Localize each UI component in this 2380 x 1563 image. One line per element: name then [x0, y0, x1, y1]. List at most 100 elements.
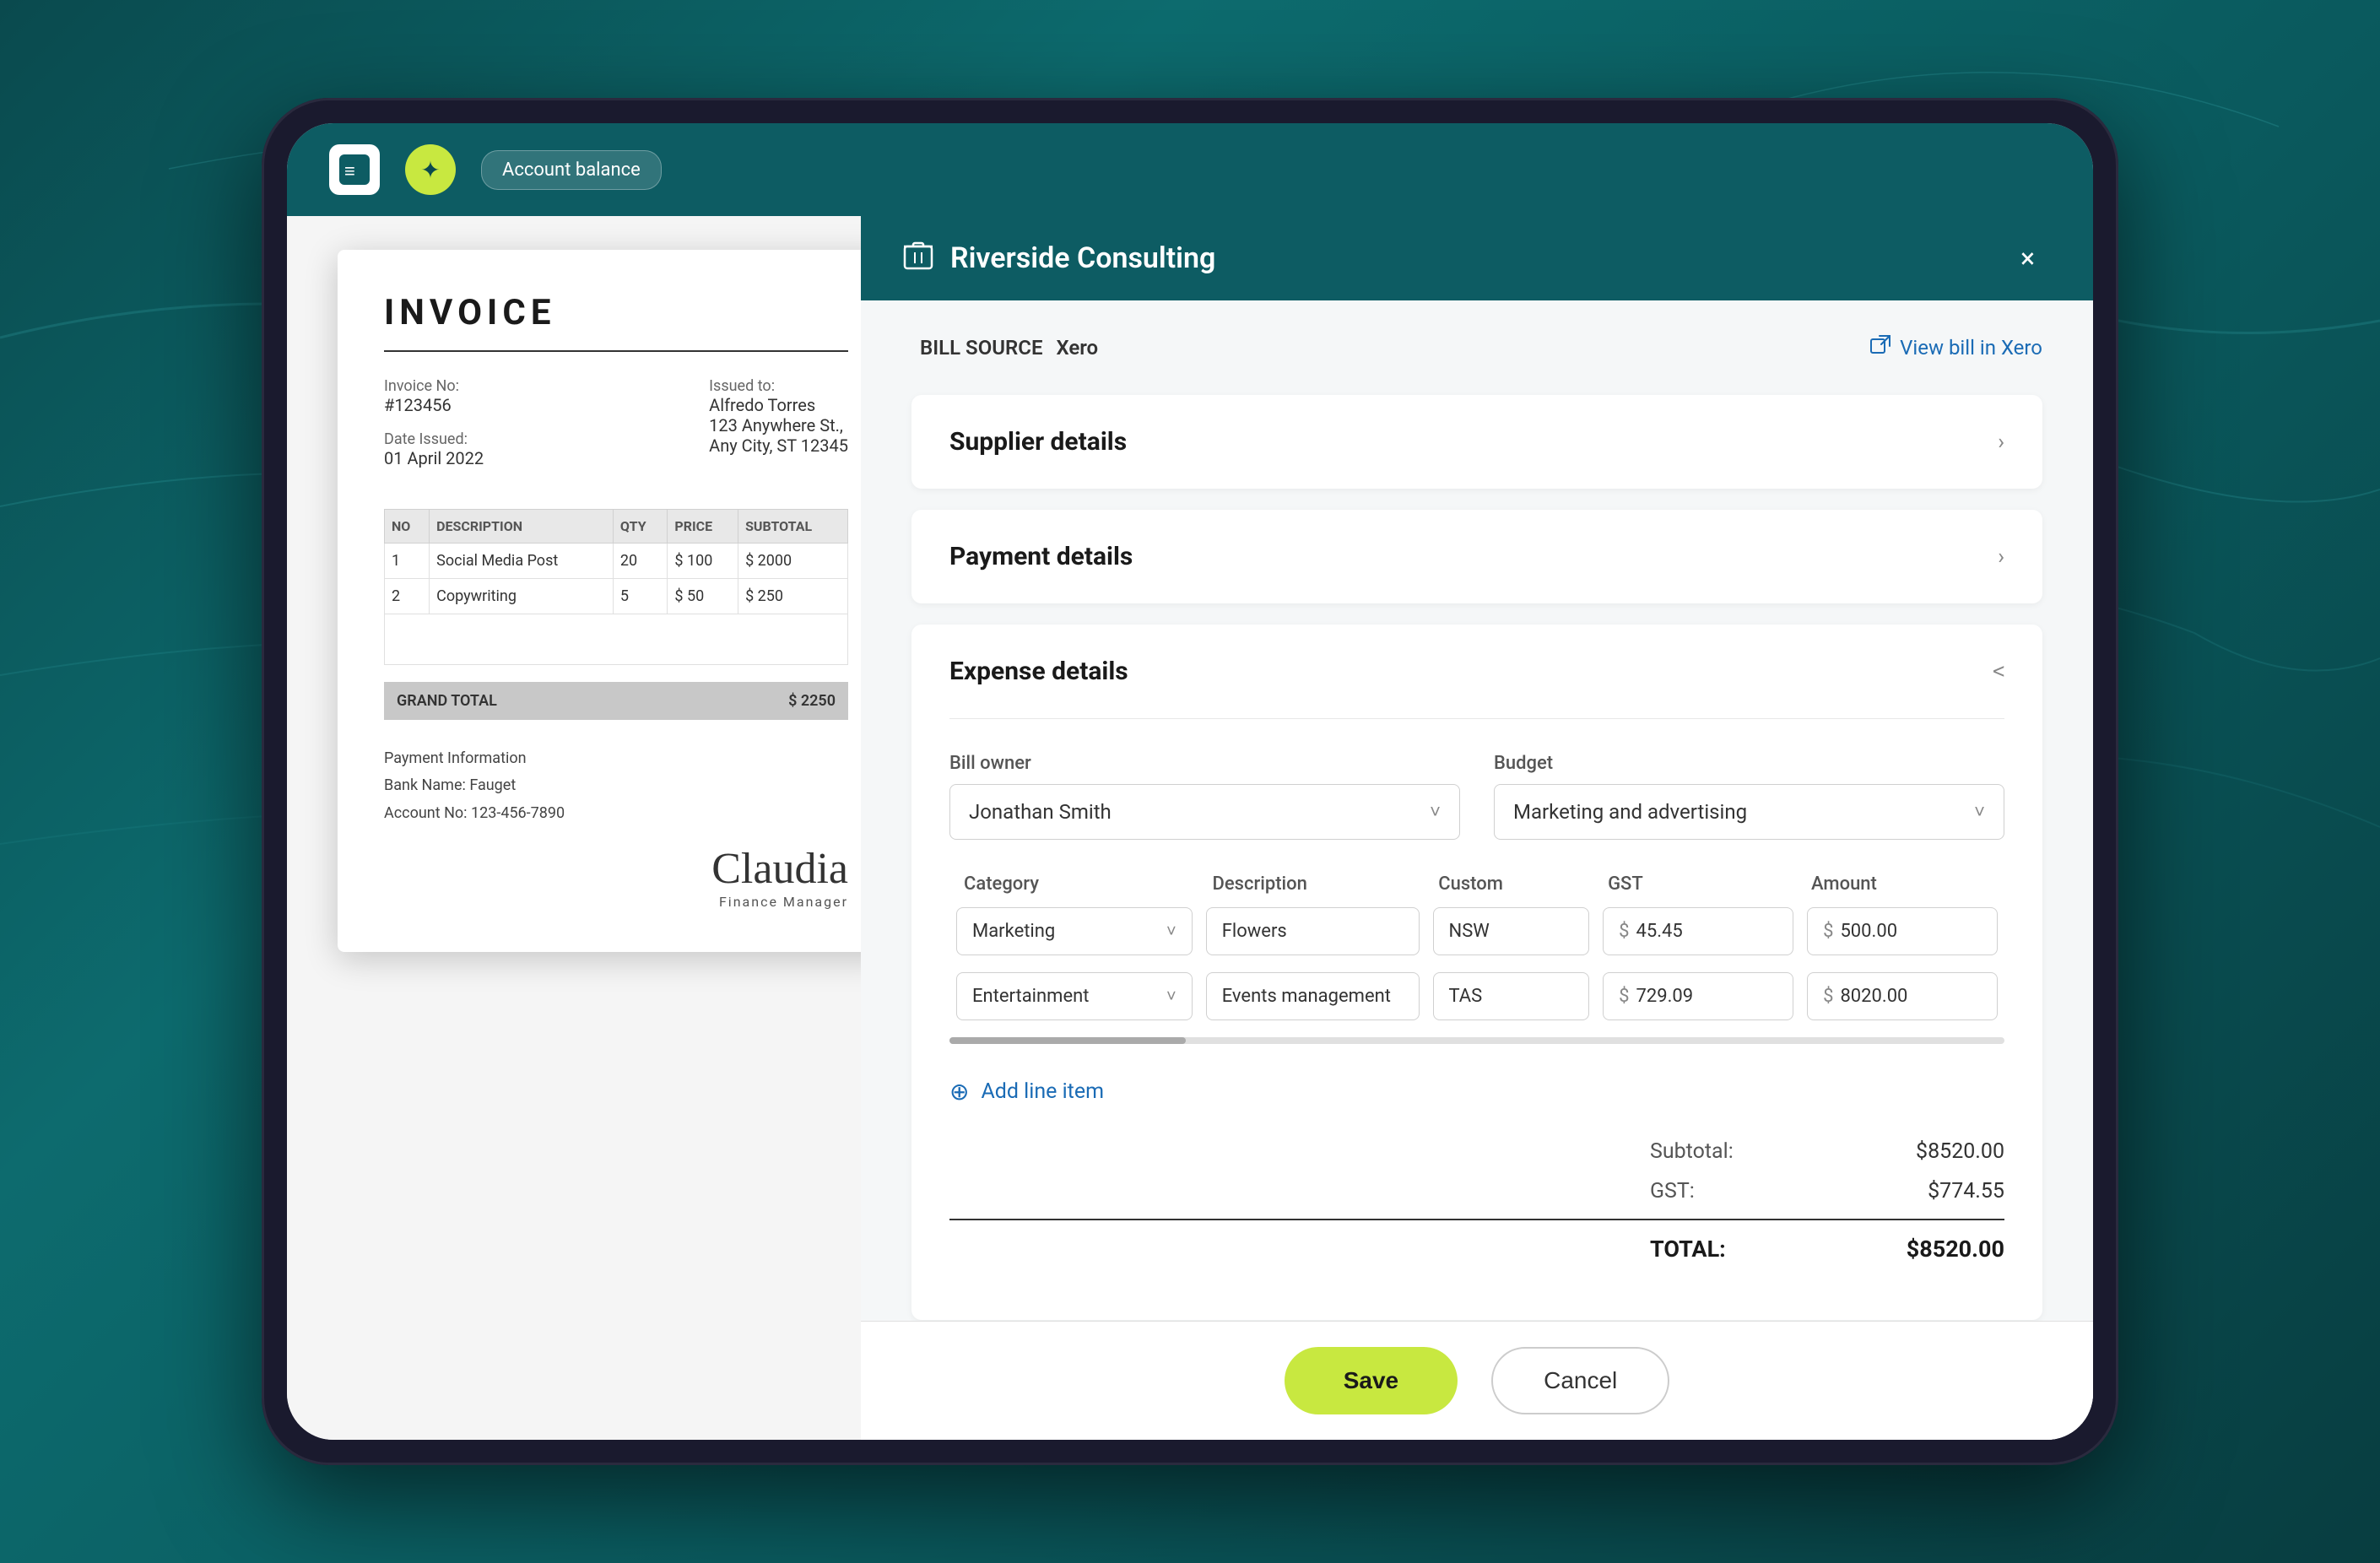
payment-details-title: Payment details — [949, 542, 1133, 571]
invoice-payment-info: Payment Information Bank Name: Fauget Ac… — [384, 745, 848, 827]
expense-body: Bill owner Jonathan Smith ˅ Budget — [911, 719, 2042, 1320]
row1-subtotal: $ 2000 — [738, 544, 848, 579]
issued-to-address: 123 Anywhere St., — [709, 415, 848, 435]
row1-custom-input[interactable]: NSW — [1433, 907, 1590, 955]
bill-owner-select[interactable]: Jonathan Smith ˅ — [949, 784, 1460, 840]
row1-description-cell: Flowers — [1199, 907, 1426, 955]
invoice-no-value: #123456 — [384, 395, 484, 415]
row1-category-value: Marketing — [972, 921, 1055, 942]
row2-no: 2 — [385, 579, 430, 614]
account-balance-button[interactable]: Account balance — [481, 150, 662, 190]
horizontal-scrollbar[interactable] — [949, 1037, 2004, 1044]
row2-category-chevron-icon: ˅ — [1166, 986, 1176, 1007]
supplier-details-title: Supplier details — [949, 427, 1127, 457]
row2-gst-value: 729.09 — [1636, 986, 1694, 1007]
line-items-header: Category Description Custom GST Amount — [949, 873, 2004, 895]
app-star-logo: ✦ — [405, 144, 456, 195]
subtotal-value: $8520.00 — [1853, 1139, 2004, 1164]
col-subtotal: SUBTOTAL — [738, 510, 848, 544]
app-logo: ≡ — [329, 144, 380, 195]
gst-value: $774.55 — [1853, 1179, 2004, 1203]
row2-amount-input[interactable]: $ 8020.00 — [1807, 972, 1998, 1020]
invoice-grand-total: GRAND TOTAL $ 2250 — [384, 682, 848, 720]
cancel-button[interactable]: Cancel — [1491, 1347, 1669, 1414]
row2-description-input[interactable]: Events management — [1206, 972, 1420, 1020]
invoice-row-2: 2 Copywriting 5 $ 50 $ 250 — [385, 579, 848, 614]
totals-section: Subtotal: $8520.00 GST: $774.55 TOTAL: $… — [949, 1114, 2004, 1286]
panel-body: BILL SOURCE Xero View bil — [861, 300, 2093, 1321]
bill-owner-label: Bill owner — [949, 753, 1460, 774]
row2-amount-value: 8020.00 — [1840, 986, 1907, 1007]
invoice-title: INVOICE — [384, 292, 848, 333]
row2-price: $ 50 — [668, 579, 738, 614]
invoice-document: INVOICE Invoice No: #123456 Date Issued:… — [338, 250, 895, 952]
supplier-details-section: Supplier details › — [911, 395, 2042, 489]
col-header-category: Category — [954, 873, 1203, 895]
line-item-row-2: Entertainment ˅ Events management TAS — [949, 972, 2004, 1020]
row2-category-select[interactable]: Entertainment ˅ — [956, 972, 1193, 1020]
row1-category-cell: Marketing ˅ — [949, 907, 1199, 955]
row2-subtotal: $ 250 — [738, 579, 848, 614]
row1-category-chevron-icon: ˅ — [1166, 921, 1176, 942]
row1-amount-value: 500.00 — [1840, 921, 1897, 942]
payment-details-header[interactable]: Payment details › — [911, 510, 2042, 603]
budget-value: Marketing and advertising — [1513, 800, 1747, 824]
signature-name: Claudia — [384, 844, 848, 894]
close-button[interactable]: × — [2004, 235, 2051, 282]
svg-text:≡: ≡ — [344, 161, 355, 182]
issued-to-city: Any City, ST 12345 — [709, 435, 848, 456]
row1-desc: Social Media Post — [430, 544, 614, 579]
add-line-item-button[interactable]: ⊕ Add line item — [949, 1069, 2004, 1114]
view-bill-link[interactable]: View bill in Xero — [1869, 334, 2042, 361]
scroll-thumb[interactable] — [949, 1037, 1186, 1044]
row2-category-value: Entertainment — [972, 986, 1089, 1007]
bill-owner-group: Bill owner Jonathan Smith ˅ — [949, 753, 1460, 840]
line-items-table: Category Description Custom GST Amount — [949, 873, 2004, 1114]
grand-total-row: TOTAL: $8520.00 — [949, 1219, 2004, 1263]
expense-details-title: Expense details — [949, 657, 1128, 686]
bill-source-value: Xero — [1056, 336, 1098, 360]
row1-description-input[interactable]: Flowers — [1206, 907, 1420, 955]
bill-owner-budget-row: Bill owner Jonathan Smith ˅ Budget — [949, 753, 2004, 840]
add-line-item-label: Add line item — [981, 1079, 1104, 1104]
budget-chevron-icon: ˅ — [1974, 801, 1985, 823]
row1-gst-value: 45.45 — [1636, 921, 1683, 942]
row2-custom-cell: TAS — [1426, 972, 1597, 1020]
tablet-screen: ≡ ✦ Account balance Atlassian GH-0007 Co… — [287, 123, 2093, 1440]
row2-qty: 5 — [613, 579, 667, 614]
col-price: PRICE — [668, 510, 738, 544]
budget-group: Budget Marketing and advertising ˅ — [1494, 753, 2004, 840]
row1-gst-dollar: $ — [1619, 921, 1629, 942]
save-button[interactable]: Save — [1285, 1347, 1458, 1414]
row1-category-select[interactable]: Marketing ˅ — [956, 907, 1193, 955]
invoice-meta-left: Invoice No: #123456 Date Issued: 01 Apri… — [384, 377, 484, 484]
date-issued-value: 01 April 2022 — [384, 448, 484, 468]
row2-description-cell: Events management — [1199, 972, 1426, 1020]
tablet-frame: ≡ ✦ Account balance Atlassian GH-0007 Co… — [262, 98, 2118, 1465]
row1-amount-input[interactable]: $ 500.00 — [1807, 907, 1998, 955]
row1-custom-cell: NSW — [1426, 907, 1597, 955]
date-issued-label: Date Issued: — [384, 430, 484, 448]
row2-custom-input[interactable]: TAS — [1433, 972, 1590, 1020]
invoice-meta-right: Issued to: Alfredo Torres 123 Anywhere S… — [709, 377, 848, 484]
bill-source-bar: BILL SOURCE Xero View bil — [911, 334, 2042, 361]
col-header-amount: Amount — [1801, 873, 2004, 895]
row2-gst-dollar: $ — [1619, 986, 1629, 1007]
row1-gst-amount[interactable]: $ 45.45 — [1603, 907, 1793, 955]
panel-header: Riverside Consulting × — [861, 216, 2093, 300]
view-bill-label: View bill in Xero — [1900, 336, 2042, 360]
issued-to-name: Alfredo Torres — [709, 395, 848, 415]
budget-label: Budget — [1494, 753, 2004, 774]
expense-details-header[interactable]: Expense details ˅ — [911, 625, 2042, 718]
budget-select[interactable]: Marketing and advertising ˅ — [1494, 784, 2004, 840]
row2-gst-amount[interactable]: $ 729.09 — [1603, 972, 1793, 1020]
total-label: TOTAL: — [1650, 1236, 1785, 1263]
supplier-details-header[interactable]: Supplier details › — [911, 395, 2042, 489]
gst-label: GST: — [1650, 1179, 1785, 1203]
account-no: Account No: 123-456-7890 — [384, 800, 848, 827]
col-description: DESCRIPTION — [430, 510, 614, 544]
bill-owner-value: Jonathan Smith — [969, 800, 1112, 824]
col-header-custom: Custom — [1428, 873, 1598, 895]
payment-details-section: Payment details › — [911, 510, 2042, 603]
issued-to-label: Issued to: — [709, 377, 848, 395]
